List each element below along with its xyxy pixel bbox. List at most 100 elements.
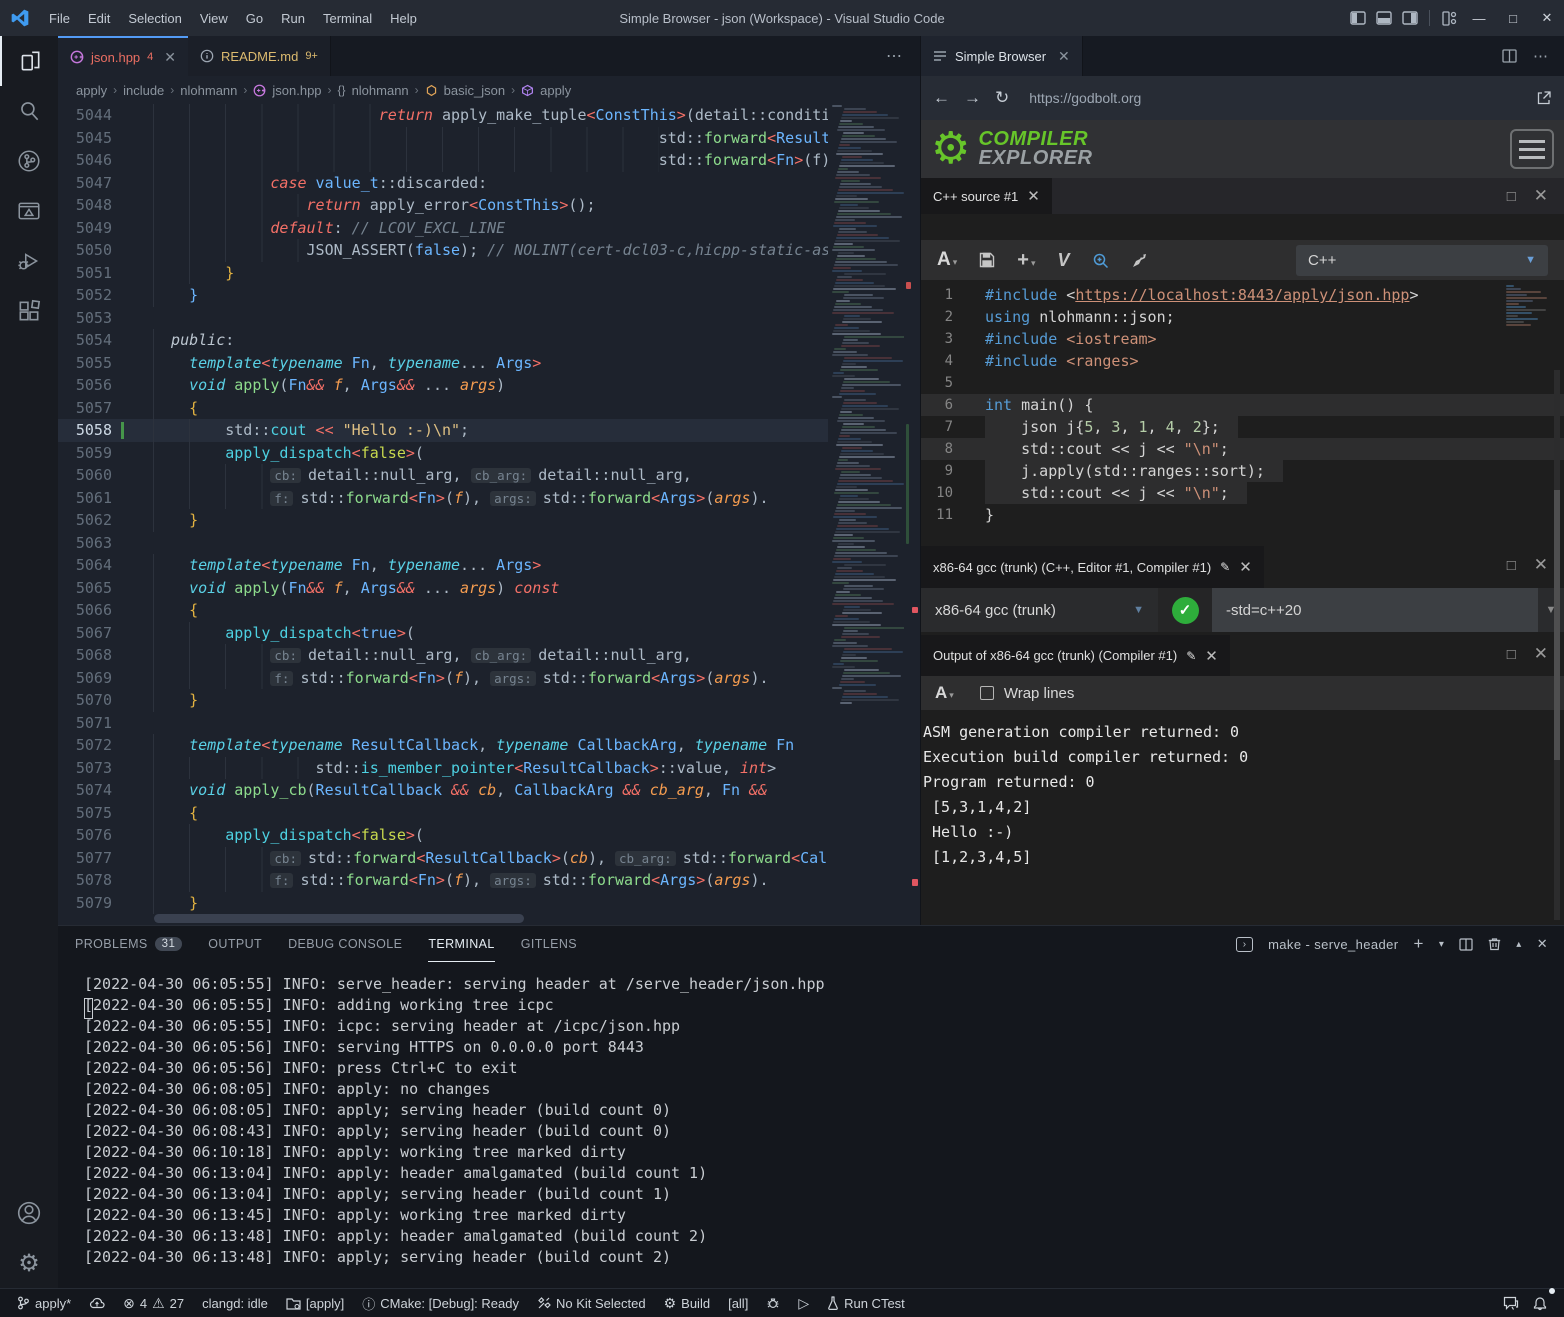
- close-tab-icon[interactable]: ✕: [164, 49, 176, 66]
- ctest-item[interactable]: Run CTest: [820, 1289, 912, 1317]
- save-icon[interactable]: [979, 252, 995, 268]
- code-editor[interactable]: 5044return apply_make_tuple<ConstThis>(d…: [58, 104, 920, 925]
- minimize-button[interactable]: —: [1462, 0, 1496, 36]
- debug-target-icon[interactable]: [759, 1289, 787, 1317]
- sync-item[interactable]: [82, 1289, 112, 1317]
- tab-readme-md[interactable]: README.md 9+: [188, 36, 331, 76]
- menu-go[interactable]: Go: [237, 0, 272, 36]
- terminal-dropdown-icon[interactable]: ▾: [1439, 939, 1444, 950]
- menu-help[interactable]: Help: [381, 0, 426, 36]
- maximize-pane-icon[interactable]: □: [1507, 646, 1516, 663]
- feedback-icon[interactable]: [1496, 1289, 1526, 1317]
- add-pane-button[interactable]: +▾: [1017, 249, 1035, 272]
- toggle-sidebar-icon[interactable]: [1345, 11, 1371, 25]
- breadcrumb-item[interactable]: nlohmann: [352, 83, 409, 98]
- back-icon[interactable]: ←: [933, 88, 950, 108]
- close-pane-icon[interactable]: ✕: [1534, 186, 1548, 206]
- close-pane-icon[interactable]: ✕: [1534, 644, 1548, 664]
- build-button[interactable]: ⚙Build: [657, 1289, 717, 1317]
- accounts-icon[interactable]: [0, 1188, 58, 1238]
- compiler-pane-tab[interactable]: x86-64 gcc (trunk) (C++, Editor #1, Comp…: [921, 546, 1264, 588]
- cmake-folder-item[interactable]: [apply]: [279, 1289, 351, 1317]
- breadcrumb-item[interactable]: apply: [76, 83, 107, 98]
- tab-terminal[interactable]: TERMINAL: [428, 926, 494, 962]
- page-scrollbar[interactable]: [1554, 370, 1560, 920]
- breadcrumb-item[interactable]: basic_json: [444, 83, 505, 98]
- cmake-debug-icon[interactable]: [0, 236, 58, 286]
- compiler-args-input[interactable]: -std=c++20: [1212, 588, 1538, 632]
- tab-debug-console[interactable]: DEBUG CONSOLE: [288, 926, 402, 962]
- live-preview-icon[interactable]: [0, 186, 58, 236]
- maximize-panel-icon[interactable]: ▴: [1516, 939, 1521, 950]
- url-field[interactable]: https://godbolt.org: [1023, 90, 1522, 106]
- launch-icon[interactable]: ▷: [791, 1289, 816, 1317]
- maximize-button[interactable]: □: [1496, 0, 1530, 36]
- horizontal-scrollbar[interactable]: [154, 914, 524, 923]
- extensions-icon[interactable]: [0, 286, 58, 336]
- source-pane-tab[interactable]: C++ source #1 ✕: [921, 178, 1052, 214]
- customize-layout-icon[interactable]: [1436, 11, 1462, 26]
- menu-view[interactable]: View: [191, 0, 237, 36]
- explorer-icon[interactable]: [0, 36, 58, 86]
- build-target-item[interactable]: [all]: [721, 1289, 755, 1317]
- close-window-button[interactable]: ✕: [1530, 0, 1564, 36]
- tab-json-hpp[interactable]: json.hpp 4 ✕: [58, 36, 188, 76]
- close-pane-icon[interactable]: ✕: [1239, 558, 1252, 576]
- menu-terminal[interactable]: Terminal: [314, 0, 381, 36]
- tab-simple-browser[interactable]: Simple Browser ✕: [921, 36, 1083, 76]
- kill-terminal-icon[interactable]: [1488, 937, 1501, 951]
- edit-title-icon[interactable]: ✎: [1186, 649, 1196, 663]
- maximize-pane-icon[interactable]: □: [1507, 557, 1516, 574]
- vim-mode-icon[interactable]: V: [1057, 250, 1069, 271]
- language-select[interactable]: C++ ▼: [1296, 245, 1548, 276]
- source-control-icon[interactable]: [0, 136, 58, 186]
- split-editor-icon[interactable]: [1502, 49, 1517, 63]
- close-pane-icon[interactable]: ✕: [1027, 187, 1040, 205]
- breadcrumb-item[interactable]: nlohmann: [180, 83, 237, 98]
- notifications-bell-icon[interactable]: [1526, 1289, 1554, 1317]
- settings-gear-icon[interactable]: ⚙: [0, 1238, 58, 1288]
- split-terminal-icon[interactable]: [1459, 938, 1473, 951]
- output-pane-tab[interactable]: Output of x86-64 gcc (trunk) (Compiler #…: [921, 635, 1230, 676]
- font-size-button[interactable]: A▾: [935, 683, 954, 703]
- new-terminal-icon[interactable]: +: [1414, 934, 1424, 954]
- close-pane-icon[interactable]: ✕: [1534, 555, 1548, 575]
- source-code-editor[interactable]: 1#include <https://localhost:8443/apply/…: [921, 280, 1564, 542]
- terminal-title[interactable]: make - serve_header: [1268, 937, 1398, 952]
- toggle-secondary-sidebar-icon[interactable]: [1397, 11, 1423, 25]
- minimap[interactable]: [828, 104, 904, 916]
- cmake-status-item[interactable]: ⓘCMake: [Debug]: Ready: [355, 1289, 526, 1317]
- ce-tool-icon[interactable]: [1131, 252, 1148, 269]
- close-pane-icon[interactable]: ✕: [1205, 647, 1218, 665]
- tab-problems[interactable]: PROBLEMS 31: [75, 926, 182, 962]
- toggle-panel-icon[interactable]: [1371, 11, 1397, 25]
- menu-edit[interactable]: Edit: [79, 0, 119, 36]
- menu-file[interactable]: File: [40, 0, 79, 36]
- font-size-button[interactable]: A▾: [937, 249, 957, 271]
- reload-icon[interactable]: ↻: [995, 88, 1009, 108]
- zoom-icon[interactable]: [1092, 252, 1109, 269]
- close-panel-icon[interactable]: ✕: [1537, 936, 1548, 952]
- breadcrumb-item[interactable]: include: [123, 83, 164, 98]
- clangd-status[interactable]: clangd: idle: [195, 1289, 275, 1317]
- wrap-lines-checkbox[interactable]: [980, 686, 994, 700]
- forward-icon[interactable]: →: [964, 88, 981, 108]
- more-actions-icon[interactable]: ⋯: [870, 36, 920, 76]
- hamburger-menu-icon[interactable]: [1510, 129, 1554, 169]
- open-external-icon[interactable]: [1536, 90, 1552, 106]
- args-dropdown-icon[interactable]: ▼: [1538, 588, 1564, 632]
- compiler-select[interactable]: x86-64 gcc (trunk) ▼: [921, 588, 1158, 632]
- edit-title-icon[interactable]: ✎: [1220, 560, 1230, 574]
- kit-item[interactable]: No Kit Selected: [530, 1289, 653, 1317]
- problems-item[interactable]: ⊗4 ⚠27: [116, 1289, 191, 1317]
- search-icon[interactable]: [0, 86, 58, 136]
- breadcrumb-item[interactable]: apply: [540, 83, 571, 98]
- menu-run[interactable]: Run: [272, 0, 314, 36]
- terminal[interactable]: [2022-04-30 06:05:55] INFO: serve_header…: [58, 962, 1564, 1019]
- tab-output[interactable]: OUTPUT: [208, 926, 262, 962]
- tab-gitlens[interactable]: GITLENS: [521, 926, 577, 962]
- maximize-pane-icon[interactable]: □: [1507, 188, 1516, 205]
- menu-selection[interactable]: Selection: [119, 0, 190, 36]
- git-branch-item[interactable]: apply*: [10, 1289, 78, 1317]
- close-tab-icon[interactable]: ✕: [1058, 48, 1070, 65]
